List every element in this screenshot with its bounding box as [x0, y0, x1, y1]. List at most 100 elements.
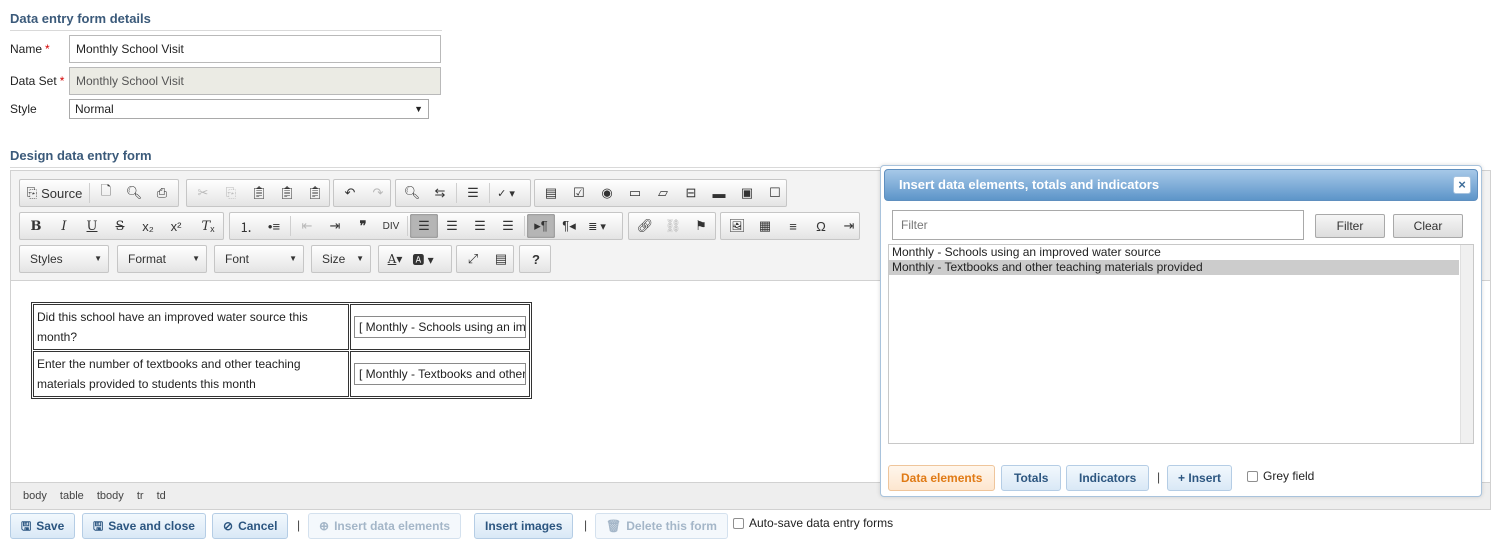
- toolbar-group-colors: A ▾ 🅰︎ ▾: [378, 245, 452, 273]
- data-element-field[interactable]: [ Monthly - Schools using an improved wa…: [354, 316, 526, 338]
- div-container-icon[interactable]: DIV: [377, 214, 405, 238]
- path-item[interactable]: tbody: [97, 490, 124, 502]
- select-field-icon[interactable]: ⊟: [677, 181, 705, 205]
- replace-icon[interactable]: ⇆: [426, 181, 454, 205]
- text-direction-rtl-icon[interactable]: ¶◂: [555, 214, 583, 238]
- clear-button[interactable]: Clear: [1393, 214, 1463, 238]
- toolbar-group-about: ?: [519, 245, 551, 273]
- toolbar-group-links: 🔗︎ ⛓ ⚑: [628, 212, 716, 240]
- font-combo[interactable]: Font ▼: [214, 245, 304, 273]
- print-icon[interactable]: ⎙: [148, 181, 176, 205]
- path-item[interactable]: td: [157, 490, 166, 502]
- scrollbar[interactable]: [1460, 245, 1473, 443]
- numbered-list-icon[interactable]: ⒈: [232, 214, 260, 238]
- link-icon[interactable]: 🔗︎: [631, 214, 659, 238]
- required-mark: *: [45, 42, 50, 56]
- horizontal-line-icon[interactable]: ≡: [779, 214, 807, 238]
- paste-text-icon[interactable]: 📋︎: [273, 181, 301, 205]
- insert-button[interactable]: + Insert: [1167, 465, 1233, 491]
- maximize-icon[interactable]: ⤢: [459, 247, 487, 271]
- radio-icon[interactable]: ◉: [593, 181, 621, 205]
- close-icon[interactable]: ×: [1453, 176, 1471, 194]
- form-icon[interactable]: ▤: [537, 181, 565, 205]
- path-item[interactable]: table: [60, 490, 84, 502]
- filter-input[interactable]: Filter: [892, 210, 1304, 240]
- tab-totals[interactable]: Totals: [1001, 465, 1062, 491]
- textarea-icon[interactable]: ▱: [649, 181, 677, 205]
- dialog-header[interactable]: Insert data elements, totals and indicat…: [884, 169, 1478, 201]
- paste-word-icon[interactable]: 📋︎: [301, 181, 329, 205]
- autosave-label: Auto-save data entry forms: [749, 516, 894, 530]
- source-button[interactable]: ⎘ Source: [22, 181, 87, 205]
- toolbar-group-clipboard: ✂ ⎘ 📋︎ 📋︎ 📋︎: [186, 179, 330, 207]
- redo-icon[interactable]: ↷: [364, 181, 392, 205]
- list-item[interactable]: Monthly - Textbooks and other teaching m…: [889, 260, 1459, 275]
- subscript-icon[interactable]: x₂: [134, 214, 162, 238]
- size-combo[interactable]: Size ▼: [311, 245, 371, 273]
- cut-icon[interactable]: ✂: [189, 181, 217, 205]
- italic-icon[interactable]: I: [50, 214, 78, 238]
- background-color-icon[interactable]: 🅰︎ ▾: [409, 247, 437, 271]
- outdent-icon[interactable]: ⇤: [293, 214, 321, 238]
- undo-icon[interactable]: ↶: [336, 181, 364, 205]
- autosave-option: Auto-save data entry forms: [733, 516, 893, 530]
- strikethrough-icon[interactable]: S: [106, 214, 134, 238]
- align-center-icon[interactable]: ☰: [438, 214, 466, 238]
- image-icon[interactable]: 🖼︎: [723, 214, 751, 238]
- copy-icon[interactable]: ⎘: [217, 181, 245, 205]
- show-blocks-icon[interactable]: ▤: [487, 247, 515, 271]
- grey-field-checkbox[interactable]: [1247, 470, 1258, 482]
- special-char-icon[interactable]: Ω: [807, 214, 835, 238]
- align-left-icon[interactable]: ☰: [410, 214, 438, 238]
- insert-images-button[interactable]: Insert images: [474, 513, 574, 539]
- autosave-checkbox[interactable]: [733, 517, 744, 529]
- new-page-icon[interactable]: 🗋: [92, 181, 120, 205]
- delete-form-button[interactable]: 🗑︎ Delete this form: [595, 513, 728, 539]
- language-icon[interactable]: ≣ ▾: [583, 214, 611, 238]
- find-icon[interactable]: 🔍︎: [398, 181, 426, 205]
- save-button[interactable]: 🖫︎ Save: [10, 513, 76, 539]
- design-section-title: Design data entry form: [10, 148, 152, 163]
- indent-icon[interactable]: ⇥: [321, 214, 349, 238]
- bold-icon[interactable]: B: [22, 214, 50, 238]
- name-input[interactable]: Monthly School Visit: [69, 35, 441, 63]
- align-right-icon[interactable]: ☰: [466, 214, 494, 238]
- checkbox-icon[interactable]: ☑: [565, 181, 593, 205]
- unlink-icon[interactable]: ⛓: [659, 214, 687, 238]
- remove-format-icon[interactable]: Tₓ: [194, 214, 222, 238]
- insert-data-elements-button[interactable]: ⊕ Insert data elements: [308, 513, 462, 539]
- tab-data-elements[interactable]: Data elements: [888, 465, 996, 491]
- filter-button[interactable]: Filter: [1315, 214, 1385, 238]
- save-and-close-button[interactable]: 🖫︎ Save and close: [82, 513, 206, 539]
- tab-indicators[interactable]: Indicators: [1066, 465, 1150, 491]
- table-icon[interactable]: ▦: [751, 214, 779, 238]
- paste-icon[interactable]: 📋︎: [245, 181, 273, 205]
- list-item[interactable]: Monthly - Schools using an improved wate…: [889, 245, 1459, 260]
- hidden-field-icon[interactable]: ☐: [761, 181, 789, 205]
- data-element-field[interactable]: [ Monthly - Textbooks and other teaching…: [354, 363, 526, 385]
- anchor-icon[interactable]: ⚑: [687, 214, 715, 238]
- text-direction-ltr-icon[interactable]: ▸¶: [527, 214, 555, 238]
- image-button-icon[interactable]: ▣: [733, 181, 761, 205]
- elements-list[interactable]: Monthly - Schools using an improved wate…: [888, 244, 1474, 444]
- text-field-icon[interactable]: ▭: [621, 181, 649, 205]
- spellcheck-icon[interactable]: ✓ ▾: [492, 181, 520, 205]
- select-all-icon[interactable]: ☰: [459, 181, 487, 205]
- text-color-icon[interactable]: A ▾: [381, 247, 409, 271]
- help-button[interactable]: ?: [522, 247, 550, 271]
- styles-combo[interactable]: Styles ▼: [19, 245, 109, 273]
- blockquote-icon[interactable]: ❞: [349, 214, 377, 238]
- superscript-icon[interactable]: x²: [162, 214, 190, 238]
- justify-icon[interactable]: ☰: [494, 214, 522, 238]
- underline-icon[interactable]: U: [78, 214, 106, 238]
- page-break-icon[interactable]: ⇥: [835, 214, 863, 238]
- cancel-button[interactable]: ⊘ Cancel: [212, 513, 289, 539]
- button-field-icon[interactable]: ▬: [705, 181, 733, 205]
- path-item[interactable]: tr: [137, 490, 144, 502]
- toolbar-separator: [89, 183, 90, 203]
- bulleted-list-icon[interactable]: •≡: [260, 214, 288, 238]
- preview-icon[interactable]: 🔍︎: [120, 181, 148, 205]
- style-select[interactable]: Normal ▼: [69, 99, 429, 119]
- path-item[interactable]: body: [23, 490, 47, 502]
- format-combo[interactable]: Format ▼: [117, 245, 207, 273]
